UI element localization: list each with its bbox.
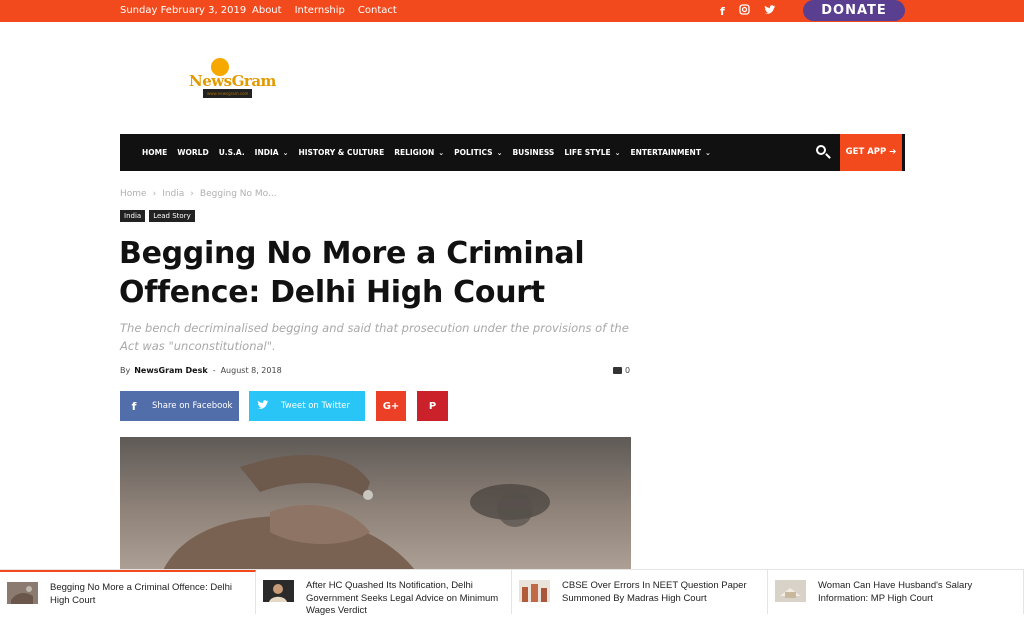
instagram-icon[interactable] [739,4,750,18]
search-icon[interactable] [814,143,832,161]
breadcrumb-separator: › [190,189,194,199]
related-article-thumbnail [775,580,806,602]
chevron-down-icon: ⌄ [438,148,445,157]
comment-icon [613,367,622,374]
by-label: By [120,366,131,375]
site-logo[interactable]: NewsGram www.newsgram.com [189,58,276,98]
nav-item-usa[interactable]: U.S.A. [219,148,245,157]
related-article-thumbnail [263,580,294,602]
nav-item-life-style[interactable]: LIFE STYLE ⌄ [564,148,620,157]
related-article-title: Begging No More a Criminal Offence: Delh… [50,582,232,606]
share-facebook-label: Share on Facebook [152,401,233,411]
related-article-item[interactable]: CBSE Over Errors In NEET Question Paper … [512,570,768,614]
internship-link[interactable]: Internship [295,5,345,16]
nav-item-politics[interactable]: POLITICS ⌄ [454,148,502,157]
related-article-title: After HC Quashed Its Notification, Delhi… [306,580,499,616]
share-twitter-button[interactable]: Tweet on Twitter [249,391,365,421]
get-app-button[interactable]: GET APP ➔ [840,134,902,171]
meta-separator: - [212,366,216,375]
category-tags: India Lead Story [120,210,195,222]
breadcrumb-separator: › [152,189,157,199]
related-article-item[interactable]: Woman Can Have Husband's Salary Informat… [768,570,1024,614]
pinterest-icon: P [428,400,437,412]
donate-button[interactable]: DONATE [803,0,905,21]
facebook-icon: f [131,399,137,413]
contact-link[interactable]: Contact [358,5,397,16]
related-article-thumbnail [7,582,38,604]
share-facebook-button[interactable]: f Share on Facebook [120,391,239,421]
nav-item-history-culture[interactable]: HISTORY & CULTURE [298,148,384,157]
breadcrumb-india[interactable]: India [162,189,184,199]
article-title: Begging No More a Criminal Offence: Delh… [119,236,585,310]
related-article-title: CBSE Over Errors In NEET Question Paper … [562,580,747,604]
article-meta: By NewsGram Desk - August 8, 2018 [120,366,282,375]
logo-tagline: www.newsgram.com [203,89,253,98]
nav-item-business[interactable]: BUSINESS [512,148,554,157]
chevron-down-icon: ⌄ [282,148,289,157]
related-article-title: Woman Can Have Husband's Salary Informat… [818,580,973,604]
breadcrumb-home[interactable]: Home [120,189,147,199]
about-link[interactable]: About [252,5,282,16]
comment-count-value: 0 [625,366,631,375]
related-article-item[interactable]: After HC Quashed Its Notification, Delhi… [256,570,512,616]
comment-count[interactable]: 0 [613,366,630,375]
article-hero-image [120,437,631,577]
facebook-icon[interactable]: f [720,5,725,18]
top-bar: Sunday February 3, 2019 About Internship… [0,0,1024,22]
author-link[interactable]: NewsGram Desk [134,366,207,375]
current-date: Sunday February 3, 2019 [120,5,247,16]
share-twitter-label: Tweet on Twitter [281,401,351,411]
nav-item-religion[interactable]: RELIGION ⌄ [394,148,444,157]
tag-india[interactable]: India [120,210,146,222]
logo-name: NewsGram [189,72,276,90]
breadcrumb: Home › India › Begging No Mo... [120,189,277,199]
related-articles-bar: Begging No More a Criminal Offence: Delh… [0,569,1024,616]
nav-item-entertainment[interactable]: ENTERTAINMENT ⌄ [630,148,710,157]
related-article-item[interactable]: Begging No More a Criminal Offence: Delh… [0,570,256,614]
main-navigation: HOME WORLD U.S.A. INDIA ⌄ HISTORY & CULTU… [120,134,905,171]
article-subtitle: The bench decriminalised begging and sai… [120,321,629,353]
top-links: About Internship Contact [252,5,397,16]
social-links: f [720,4,776,18]
chevron-down-icon: ⌄ [704,148,711,157]
twitter-icon[interactable] [763,4,776,18]
nav-item-home[interactable]: HOME [142,148,167,157]
publish-date: August 8, 2018 [220,366,282,375]
chevron-down-icon: ⌄ [614,148,621,157]
twitter-icon [249,399,277,413]
tag-lead-story[interactable]: Lead Story [149,210,195,222]
share-pinterest-button[interactable]: P [417,391,448,421]
chevron-down-icon: ⌄ [496,148,503,157]
nav-item-world[interactable]: WORLD [177,148,208,157]
share-googleplus-button[interactable]: G+ [376,391,406,421]
googleplus-icon: G+ [382,400,400,412]
breadcrumb-current: Begging No Mo... [199,189,277,199]
related-article-thumbnail [519,580,550,602]
nav-item-india[interactable]: INDIA ⌄ [255,148,289,157]
